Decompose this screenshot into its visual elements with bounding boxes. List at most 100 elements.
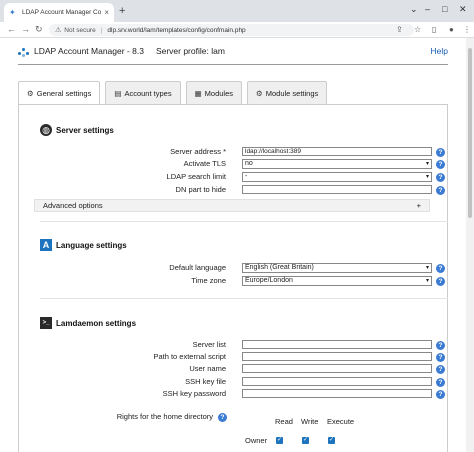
- lam-favicon-icon: ✦: [9, 8, 16, 17]
- forward-arrow-icon[interactable]: →: [21, 24, 30, 34]
- select-value: Europe/London: [245, 277, 293, 284]
- help-icon[interactable]: ?: [436, 277, 445, 286]
- script-path-label: Path to external script: [153, 352, 226, 361]
- script-path-input[interactable]: [242, 352, 432, 361]
- menu-icon[interactable]: ⋮: [463, 25, 471, 34]
- tab-general-settings[interactable]: ⚙ General settings: [18, 81, 101, 104]
- select-value: -: [245, 173, 248, 180]
- reload-icon[interactable]: ↻: [35, 24, 43, 35]
- section-heading: Language settings: [56, 240, 127, 250]
- share-icon[interactable]: ⇪: [396, 25, 403, 34]
- help-icon[interactable]: ?: [436, 186, 445, 195]
- server-address-label: Server address *: [170, 147, 226, 156]
- tab-module-settings[interactable]: ⚙ Module settings: [247, 81, 328, 104]
- execute-column-header: Execute: [327, 417, 355, 426]
- globe-icon: ◍: [40, 124, 52, 136]
- chevron-down-icon: ▾: [425, 174, 429, 180]
- help-icon[interactable]: ?: [436, 148, 445, 157]
- user-name-label: User name: [189, 364, 226, 373]
- maximize-icon[interactable]: □: [442, 4, 447, 14]
- search-limit-select[interactable]: - ▾: [242, 172, 432, 182]
- ssh-password-input[interactable]: [242, 389, 432, 398]
- terminal-icon: >_: [40, 317, 52, 329]
- chevron-down-icon: ▾: [425, 161, 429, 167]
- read-column-header: Read: [275, 417, 293, 426]
- home-rights-label: Rights for the home directory: [116, 412, 213, 421]
- tab-label: Modules: [204, 88, 234, 98]
- server-settings-title: ◍ Server settings: [40, 124, 114, 136]
- profile-icon[interactable]: ●: [449, 25, 454, 34]
- default-language-label: Default language: [169, 263, 226, 272]
- scrollbar-thumb[interactable]: [468, 48, 472, 218]
- url-text: dlp.srv.world/lam/templates/config/confm…: [107, 26, 246, 34]
- gear-icon: ⚙: [27, 88, 34, 98]
- search-limit-label: LDAP search limit: [166, 172, 226, 181]
- close-tab-icon[interactable]: ×: [104, 8, 109, 17]
- ssh-key-input[interactable]: [242, 377, 432, 386]
- section-heading: Lamdaemon settings: [56, 318, 137, 328]
- default-language-select[interactable]: English (Great Britain) ▾: [242, 263, 432, 273]
- sidebar-icon[interactable]: ▯: [432, 25, 436, 34]
- advanced-options-label: Advanced options: [43, 201, 103, 210]
- owner-row-label: Owner: [245, 436, 268, 445]
- tab-account-types[interactable]: ▤ Account types: [105, 81, 181, 104]
- dn-hide-label: DN part to hide: [175, 185, 226, 194]
- app-title: LDAP Account Manager - 8.3: [34, 46, 144, 56]
- activate-tls-select[interactable]: no ▾: [242, 159, 432, 169]
- card-icon: ▤: [114, 88, 122, 98]
- select-value: English (Great Britain): [245, 264, 314, 271]
- new-tab-button[interactable]: +: [119, 5, 125, 17]
- not-secure-label: Not secure: [64, 26, 96, 34]
- address-bar[interactable]: ⚠ Not secure | dlp.srv.world/lam/templat…: [49, 24, 414, 36]
- help-icon[interactable]: ?: [218, 413, 227, 422]
- browser-tab[interactable]: ✦ LDAP Account Manager Configu ×: [4, 3, 114, 22]
- help-icon[interactable]: ?: [436, 341, 445, 350]
- activate-tls-label: Activate TLS: [183, 159, 226, 168]
- tab-modules[interactable]: ▦ Modules: [185, 81, 243, 104]
- server-list-input[interactable]: [242, 340, 432, 349]
- help-link[interactable]: Help: [431, 46, 448, 56]
- help-icon[interactable]: ?: [436, 378, 445, 387]
- warning-icon: ⚠: [55, 27, 62, 34]
- bookmark-star-icon[interactable]: ☆: [414, 25, 421, 34]
- server-profile: Server profile: lam: [155, 46, 225, 56]
- tab-label: General settings: [36, 88, 92, 98]
- server-list-label: Server list: [192, 340, 226, 349]
- time-zone-label: Time zone: [191, 276, 226, 285]
- time-zone-select[interactable]: Europe/London ▾: [242, 276, 432, 286]
- ssh-key-label: SSH key file: [185, 377, 226, 386]
- user-name-input[interactable]: [242, 364, 432, 373]
- help-icon[interactable]: ?: [436, 353, 445, 362]
- chevron-down-icon: ▾: [425, 278, 429, 284]
- help-icon[interactable]: ?: [436, 160, 445, 169]
- tab-label: Module settings: [265, 88, 319, 98]
- browser-tab-title: LDAP Account Manager Configu: [22, 9, 102, 16]
- section-divider: [40, 221, 448, 222]
- header-divider: [18, 64, 448, 65]
- owner-read-checkbox[interactable]: ✓: [276, 437, 283, 444]
- settings-tabs: ⚙ General settings ▤ Account types ▦ Mod…: [18, 81, 328, 104]
- modules-icon: ▦: [194, 88, 202, 98]
- language-icon: A: [40, 239, 52, 251]
- dn-hide-input[interactable]: [242, 185, 432, 194]
- help-icon[interactable]: ?: [436, 390, 445, 399]
- owner-execute-checkbox[interactable]: ✓: [328, 437, 335, 444]
- close-window-icon[interactable]: ✕: [459, 4, 467, 15]
- page: LDAP Account Manager - 8.3 Server profil…: [0, 38, 466, 452]
- tab-label: Account types: [124, 88, 172, 98]
- advanced-options-toggle[interactable]: Advanced options +: [34, 199, 430, 212]
- lamdaemon-settings-title: >_ Lamdaemon settings: [40, 317, 136, 329]
- help-icon[interactable]: ?: [436, 365, 445, 374]
- back-arrow-icon[interactable]: ←: [7, 24, 16, 34]
- chevron-down-icon[interactable]: ⌄: [410, 4, 418, 15]
- server-address-input[interactable]: ldap://localhost:389: [242, 147, 432, 156]
- browser-toolbar: ← → ↻ ⚠ Not secure | dlp.srv.world/lam/t…: [0, 22, 474, 38]
- help-icon[interactable]: ?: [436, 264, 445, 273]
- help-icon[interactable]: ?: [436, 173, 445, 182]
- minimize-icon[interactable]: –: [425, 4, 430, 14]
- expand-plus-icon: +: [416, 201, 421, 210]
- language-settings-title: A Language settings: [40, 239, 127, 251]
- owner-write-checkbox[interactable]: ✓: [302, 437, 309, 444]
- gear-icon: ⚙: [256, 88, 263, 98]
- browser-tabstrip: ✦ LDAP Account Manager Configu × + ⌄ – □…: [0, 0, 474, 22]
